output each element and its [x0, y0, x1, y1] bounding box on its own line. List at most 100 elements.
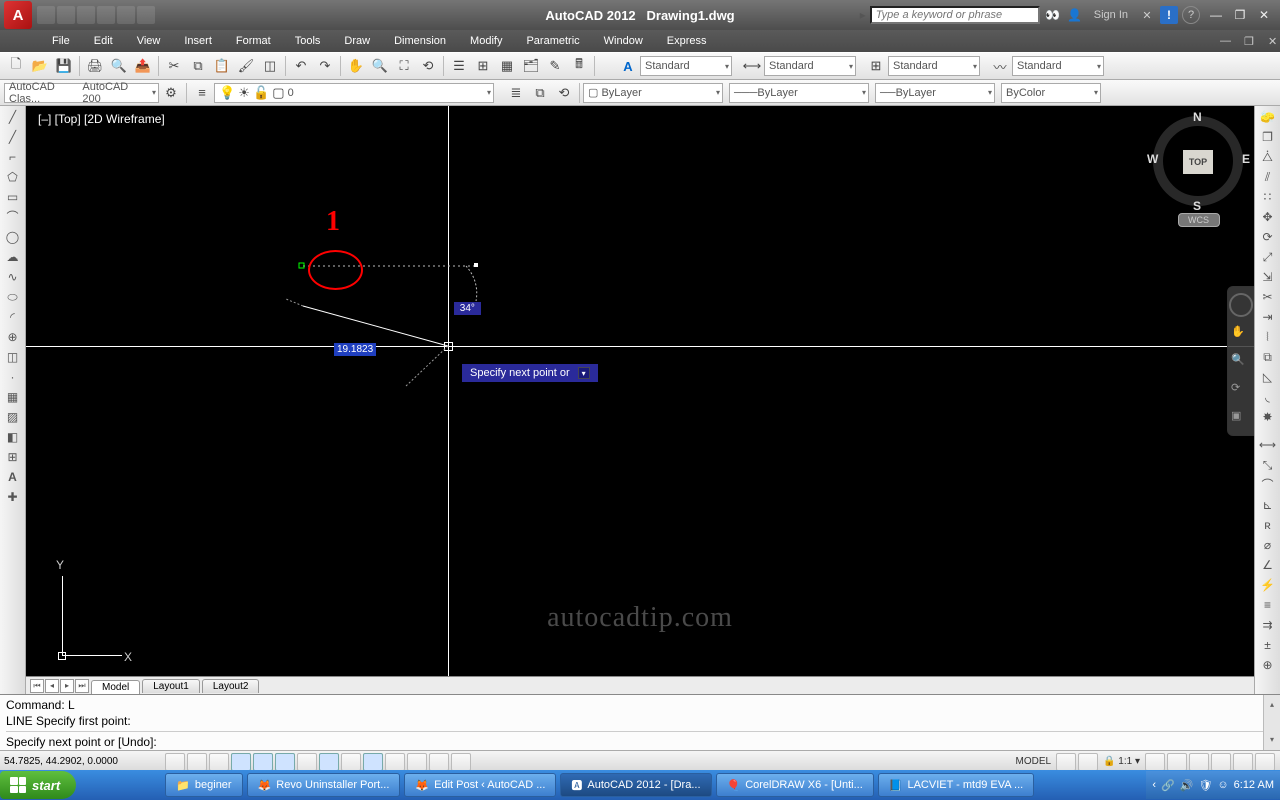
- quickview-layouts-button[interactable]: [1056, 753, 1076, 771]
- clean-screen-button[interactable]: [1255, 753, 1275, 771]
- textstyle-dropdown[interactable]: Standard: [640, 56, 732, 76]
- tray-smiley-icon[interactable]: ☺: [1217, 779, 1228, 791]
- mlstyle-icon[interactable]: 〰: [989, 55, 1011, 77]
- tpy-toggle[interactable]: [407, 753, 427, 771]
- ql-desktop-icon[interactable]: [82, 775, 100, 795]
- task-item[interactable]: 🦊 Revo Uninstaller Port...: [247, 773, 401, 797]
- layer-states-icon[interactable]: ≣: [505, 82, 527, 104]
- window-restore-button[interactable]: ❐: [1228, 6, 1252, 24]
- tab-model[interactable]: Model: [91, 680, 140, 694]
- workspace-dropdown[interactable]: AutoCAD Clas...AutoCAD 200: [4, 83, 159, 103]
- help-button[interactable]: ?: [1182, 6, 1200, 24]
- tray-sound-icon[interactable]: 🔊: [1180, 779, 1194, 792]
- nav-pan-icon[interactable]: ✋: [1231, 325, 1251, 345]
- sc-toggle[interactable]: [451, 753, 471, 771]
- workspace-gear-icon[interactable]: ⚙: [160, 82, 182, 104]
- window-minimize-button[interactable]: —: [1204, 6, 1228, 24]
- menu-format[interactable]: Format: [224, 32, 283, 50]
- menu-draw[interactable]: Draw: [332, 32, 382, 50]
- qat-new-icon[interactable]: [37, 6, 55, 24]
- dim-linear-icon[interactable]: ⟷: [1257, 436, 1279, 454]
- menu-insert[interactable]: Insert: [172, 32, 224, 50]
- pan-icon[interactable]: ✋: [345, 55, 367, 77]
- prop-icon[interactable]: ☰: [448, 55, 470, 77]
- annotation-visibility-button[interactable]: [1145, 753, 1165, 771]
- dim-radius-icon[interactable]: ʀ: [1257, 516, 1279, 534]
- dim-center-icon[interactable]: ⊕: [1257, 656, 1279, 674]
- viewcube-north[interactable]: N: [1193, 110, 1202, 124]
- point-tool-icon[interactable]: ·: [2, 368, 24, 386]
- ellipse-arc-tool-icon[interactable]: ◜: [2, 308, 24, 326]
- doc-minimize-button[interactable]: —: [1208, 32, 1232, 51]
- zoom-prev-icon[interactable]: ⟲: [417, 55, 439, 77]
- polar-toggle[interactable]: [253, 753, 273, 771]
- tray-network-icon[interactable]: 🔗: [1161, 779, 1175, 792]
- publish-icon[interactable]: 📤: [132, 55, 154, 77]
- command-scrollbar[interactable]: ▴▾: [1263, 695, 1280, 750]
- command-line[interactable]: Command: L LINE Specify first point: Spe…: [0, 694, 1280, 750]
- dim-angular-icon[interactable]: ∠: [1257, 556, 1279, 574]
- viewport-label[interactable]: [–] [Top] [2D Wireframe]: [38, 112, 165, 126]
- dyn-toggle[interactable]: [363, 753, 383, 771]
- zoom-rt-icon[interactable]: 🔍: [369, 55, 391, 77]
- erase-tool-icon[interactable]: 🧽: [1257, 108, 1279, 126]
- task-item[interactable]: 🦊 Edit Post ‹ AutoCAD ...: [404, 773, 556, 797]
- drawing-canvas[interactable]: [–] [Top] [2D Wireframe] 19.1823 34° Spe…: [26, 106, 1254, 694]
- make-block-icon[interactable]: ◫: [2, 348, 24, 366]
- preview-icon[interactable]: 🔍: [108, 55, 130, 77]
- infer-constraints-toggle[interactable]: [165, 753, 185, 771]
- menu-edit[interactable]: Edit: [82, 32, 125, 50]
- gradient-tool-icon[interactable]: ▨: [2, 408, 24, 426]
- osnap-toggle[interactable]: [275, 753, 295, 771]
- doc-close-button[interactable]: ✕: [1256, 32, 1280, 51]
- model-space-toggle[interactable]: MODEL: [1011, 756, 1055, 767]
- qp-toggle[interactable]: [429, 753, 449, 771]
- save-icon[interactable]: 💾: [53, 55, 75, 77]
- table-tool-icon[interactable]: ⊞: [2, 448, 24, 466]
- layout-last-button[interactable]: ⏭: [75, 679, 89, 693]
- exchange-icon[interactable]: ✕: [1138, 6, 1156, 24]
- plot-style-dropdown[interactable]: ByColor: [1001, 83, 1101, 103]
- task-item[interactable]: 📘 LACVIET - mtd9 EVA ...: [878, 773, 1034, 797]
- qat-redo-icon[interactable]: [117, 6, 135, 24]
- trim-tool-icon[interactable]: ✂: [1257, 288, 1279, 306]
- help-info-button[interactable]: !: [1160, 6, 1178, 24]
- explode-tool-icon[interactable]: ✸: [1257, 408, 1279, 426]
- isolate-objects-button[interactable]: [1233, 753, 1253, 771]
- markup-icon[interactable]: ✎: [544, 55, 566, 77]
- break-tool-icon[interactable]: ⦚: [1257, 328, 1279, 346]
- toolbar-lock-button[interactable]: [1189, 753, 1209, 771]
- binoculars-icon[interactable]: 👀: [1044, 6, 1062, 24]
- layout-next-button[interactable]: ▸: [60, 679, 74, 693]
- rectangle-tool-icon[interactable]: ▭: [2, 188, 24, 206]
- fillet-tool-icon[interactable]: ◟: [1257, 388, 1279, 406]
- nav-zoom-icon[interactable]: 🔍: [1231, 353, 1251, 373]
- textstyle-icon[interactable]: A: [617, 55, 639, 77]
- tray-expand-icon[interactable]: ‹: [1152, 779, 1156, 791]
- undo-icon[interactable]: ↶: [290, 55, 312, 77]
- task-item-active[interactable]: 🅰 AutoCAD 2012 - [Dra...: [560, 773, 711, 797]
- 3dosnap-toggle[interactable]: [297, 753, 317, 771]
- rotate-tool-icon[interactable]: ⟳: [1257, 228, 1279, 246]
- open-icon[interactable]: 📂: [29, 55, 51, 77]
- dim-tolerance-icon[interactable]: ±: [1257, 636, 1279, 654]
- dimstyle-icon[interactable]: ⟷: [741, 55, 763, 77]
- dim-ordinate-icon[interactable]: ⊾: [1257, 496, 1279, 514]
- insert-block-icon[interactable]: ⊕: [2, 328, 24, 346]
- nav-showmotion-icon[interactable]: ▣: [1231, 409, 1251, 429]
- zoom-win-icon[interactable]: ⛶: [393, 55, 415, 77]
- viewcube-south[interactable]: S: [1193, 199, 1201, 213]
- chamfer-tool-icon[interactable]: ◺: [1257, 368, 1279, 386]
- grid-toggle[interactable]: [209, 753, 229, 771]
- ducs-toggle[interactable]: [341, 753, 361, 771]
- tab-layout1[interactable]: Layout1: [142, 679, 200, 693]
- lineweight-dropdown[interactable]: ── ByLayer: [875, 83, 995, 103]
- tablestyle-dropdown[interactable]: Standard: [888, 56, 980, 76]
- menu-window[interactable]: Window: [592, 32, 655, 50]
- steering-wheel-icon[interactable]: [1229, 293, 1253, 317]
- menu-parametric[interactable]: Parametric: [514, 32, 591, 50]
- layer-dropdown[interactable]: 💡 ☀ 🔓 ▢ 0: [214, 83, 494, 103]
- mtext-tool-icon[interactable]: A: [2, 468, 24, 486]
- new-icon[interactable]: 🗋: [5, 55, 27, 77]
- annotation-scale-button[interactable]: 🔒 1:1 ▾: [1099, 756, 1144, 767]
